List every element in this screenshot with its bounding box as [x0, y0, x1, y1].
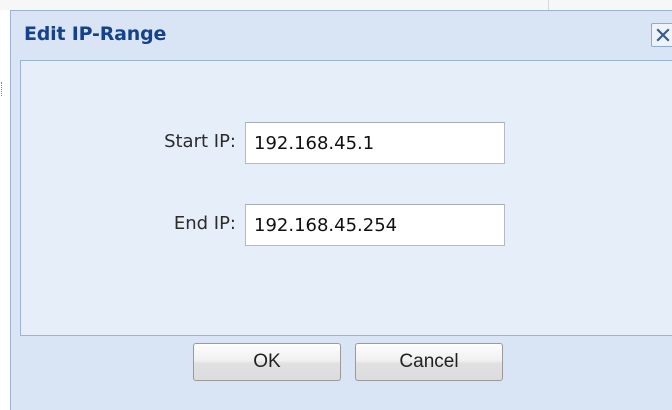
start-ip-label: Start IP:	[164, 131, 236, 152]
background-page	[0, 0, 672, 10]
dialog-header[interactable]: Edit IP-Range	[11, 11, 672, 59]
background-resize-grip	[1, 82, 4, 96]
background-divider	[548, 0, 549, 10]
dialog-body: Start IP: End IP:	[20, 60, 672, 336]
end-ip-input[interactable]	[245, 204, 505, 246]
cancel-button[interactable]: Cancel	[355, 343, 503, 381]
close-button[interactable]	[651, 23, 672, 47]
edit-ip-range-dialog: Edit IP-Range Start IP: End IP: OK Cance…	[10, 10, 672, 410]
end-ip-label: End IP:	[173, 213, 236, 234]
ok-button[interactable]: OK	[193, 343, 341, 381]
dialog-title: Edit IP-Range	[24, 23, 167, 45]
close-icon	[656, 28, 670, 42]
start-ip-input[interactable]	[245, 122, 505, 164]
